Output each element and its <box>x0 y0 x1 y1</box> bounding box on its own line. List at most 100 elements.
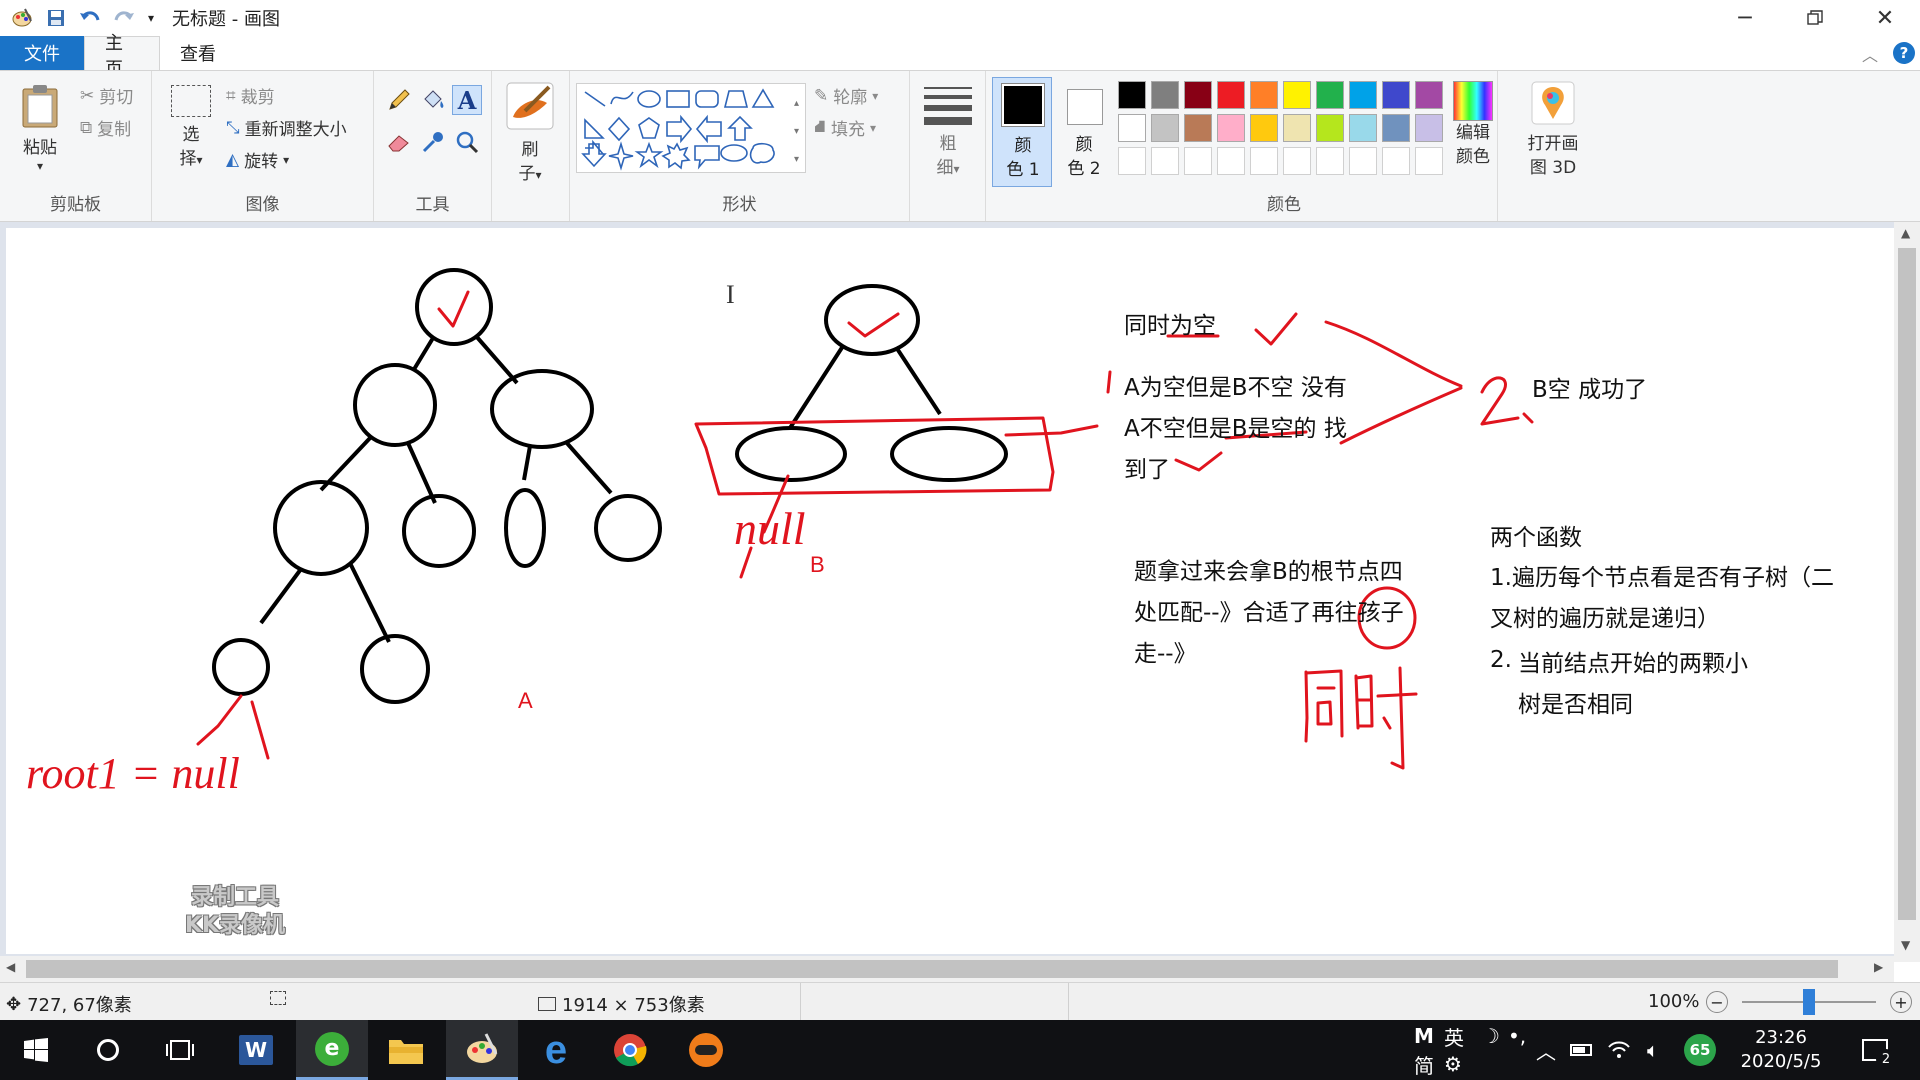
ime-mode[interactable]: M <box>1414 1022 1434 1050</box>
color-swatch[interactable] <box>1250 114 1278 142</box>
color-swatch[interactable] <box>1382 114 1410 142</box>
show-hidden-icons-icon[interactable]: ︿ <box>1536 1020 1556 1080</box>
custom-color-swatch[interactable] <box>1316 147 1344 175</box>
undo-icon[interactable] <box>76 4 104 32</box>
custom-color-swatch[interactable] <box>1184 147 1212 175</box>
ime-simplified[interactable]: 简 <box>1414 1050 1434 1078</box>
ime-punctuation-icon[interactable]: •, <box>1508 1022 1526 1050</box>
minimize-button[interactable]: ─ <box>1710 0 1780 36</box>
taskbar-edge[interactable]: e <box>520 1020 592 1080</box>
task-view-button[interactable] <box>144 1020 216 1080</box>
taskbar-word[interactable]: W <box>220 1020 292 1080</box>
action-center-button[interactable]: 2 <box>1850 1020 1900 1080</box>
ime-language[interactable]: 英 <box>1444 1022 1464 1050</box>
color-swatch[interactable] <box>1415 81 1443 109</box>
eraser-icon[interactable] <box>386 131 412 157</box>
custom-color-swatch[interactable] <box>1349 147 1377 175</box>
color2-button[interactable]: 颜 色 2 <box>1054 77 1114 187</box>
color1-button[interactable]: 颜 色 1 <box>992 77 1052 187</box>
color-swatch[interactable] <box>1184 81 1212 109</box>
custom-color-swatch[interactable] <box>1415 147 1443 175</box>
color-swatch[interactable] <box>1118 114 1146 142</box>
start-button[interactable] <box>0 1020 72 1080</box>
tab-view[interactable]: 查看 <box>160 36 236 70</box>
ime-settings-icon[interactable]: ⚙ <box>1444 1050 1462 1078</box>
help-icon[interactable]: ? <box>1893 42 1915 64</box>
fill-bucket-icon[interactable] <box>420 87 446 117</box>
brushes-button[interactable]: 刷 子▾ <box>502 81 558 187</box>
color-swatch[interactable] <box>1184 114 1212 142</box>
color-swatch[interactable] <box>1349 81 1377 109</box>
drawing-canvas[interactable]: root1 = null null A B 同时为空 A为空但是B不空 没有 A… <box>6 228 1894 954</box>
color-swatch[interactable] <box>1118 81 1146 109</box>
taskbar-browser-360[interactable]: e <box>296 1020 368 1080</box>
cut-button[interactable]: ✂ 剪切 <box>80 83 133 109</box>
color-swatch[interactable] <box>1151 114 1179 142</box>
custom-color-swatch[interactable] <box>1118 147 1146 175</box>
outline-button[interactable]: ✎ 轮廓 ▾ <box>814 83 878 109</box>
scroll-up-icon[interactable]: ▲ <box>1901 226 1910 240</box>
rotate-button[interactable]: ◭ 旋转 ▾ <box>226 147 289 173</box>
fill-button[interactable]: ⛘ 填充 ▾ <box>814 115 876 141</box>
resize-button[interactable]: ⤡ 重新调整大小 <box>226 115 347 141</box>
search-button[interactable] <box>72 1020 144 1080</box>
zoom-in-icon[interactable]: + <box>1890 991 1912 1013</box>
collapse-ribbon-icon[interactable]: ︿ <box>1862 42 1878 66</box>
horizontal-scrollbar[interactable]: ◀ ▶ <box>0 956 1894 982</box>
color-swatch[interactable] <box>1283 114 1311 142</box>
brushes-group: 刷 子▾ <box>492 71 570 221</box>
taskbar-file-explorer[interactable] <box>370 1020 442 1080</box>
color-swatch[interactable] <box>1316 114 1344 142</box>
pencil-icon[interactable] <box>386 87 412 117</box>
color-swatch[interactable] <box>1349 114 1377 142</box>
color-swatch[interactable] <box>1283 81 1311 109</box>
wifi-icon[interactable] <box>1606 1020 1632 1080</box>
magnifier-icon[interactable] <box>454 129 480 159</box>
paste-button[interactable]: 粘贴 ▾ <box>14 83 66 172</box>
scroll-down-icon[interactable]: ▼ <box>1901 938 1910 952</box>
taskbar-recorder[interactable] <box>670 1020 742 1080</box>
battery-icon[interactable] <box>1568 1020 1594 1080</box>
clock[interactable]: 23:26 2020/5/5 <box>1726 1026 1836 1074</box>
zoom-slider-thumb[interactable] <box>1803 989 1815 1015</box>
custom-color-swatch[interactable] <box>1283 147 1311 175</box>
restore-button[interactable] <box>1780 0 1850 36</box>
paint-app-icon[interactable] <box>8 4 36 32</box>
color-swatch[interactable] <box>1217 114 1245 142</box>
ime-moon-icon[interactable]: ☽ <box>1482 1022 1500 1050</box>
shape-gallery[interactable]: ▴ ▾ ▾ <box>576 83 806 173</box>
scroll-right-icon[interactable]: ▶ <box>1874 960 1883 974</box>
color-swatch[interactable] <box>1382 81 1410 109</box>
color-swatch[interactable] <box>1415 114 1443 142</box>
taskbar-paint[interactable] <box>446 1020 518 1080</box>
tab-file[interactable]: 文件 <box>0 36 84 70</box>
color-swatch[interactable] <box>1316 81 1344 109</box>
vertical-scrollbar[interactable]: ▲ ▼ <box>1894 222 1920 962</box>
open-paint3d-button[interactable]: 打开画 图 3D <box>1518 81 1588 180</box>
scroll-left-icon[interactable]: ◀ <box>6 960 15 974</box>
copy-button[interactable]: ⧉ 复制 <box>80 115 131 141</box>
color-swatch[interactable] <box>1151 81 1179 109</box>
save-icon[interactable] <box>42 4 70 32</box>
color-picker-icon[interactable] <box>420 129 446 159</box>
tab-home[interactable]: 主页 <box>84 33 160 80</box>
close-button[interactable]: ✕ <box>1850 0 1920 36</box>
vertical-scroll-thumb[interactable] <box>1898 248 1916 920</box>
select-button[interactable]: 选 择▾ <box>166 85 216 172</box>
zoom-out-icon[interactable]: − <box>1706 991 1728 1013</box>
horizontal-scroll-thumb[interactable] <box>26 960 1838 978</box>
crop-button[interactable]: ⌗ 裁剪 <box>226 83 275 109</box>
size-button[interactable]: 粗 细▾ <box>920 85 976 181</box>
text-tool-icon[interactable]: A <box>452 85 482 115</box>
taskbar-chrome[interactable] <box>594 1020 666 1080</box>
customize-toolbar-chevron-icon[interactable]: ▾ <box>144 4 158 32</box>
volume-icon[interactable]: 🔈︎ <box>1640 1020 1666 1080</box>
color-swatch[interactable] <box>1250 81 1278 109</box>
system-monitor-badge[interactable]: 65 <box>1680 1020 1720 1080</box>
custom-color-swatch[interactable] <box>1250 147 1278 175</box>
color-swatch[interactable] <box>1217 81 1245 109</box>
custom-color-swatch[interactable] <box>1382 147 1410 175</box>
custom-color-swatch[interactable] <box>1151 147 1179 175</box>
custom-color-swatch[interactable] <box>1217 147 1245 175</box>
edit-colors-button[interactable]: 编辑 颜色 <box>1448 81 1498 169</box>
